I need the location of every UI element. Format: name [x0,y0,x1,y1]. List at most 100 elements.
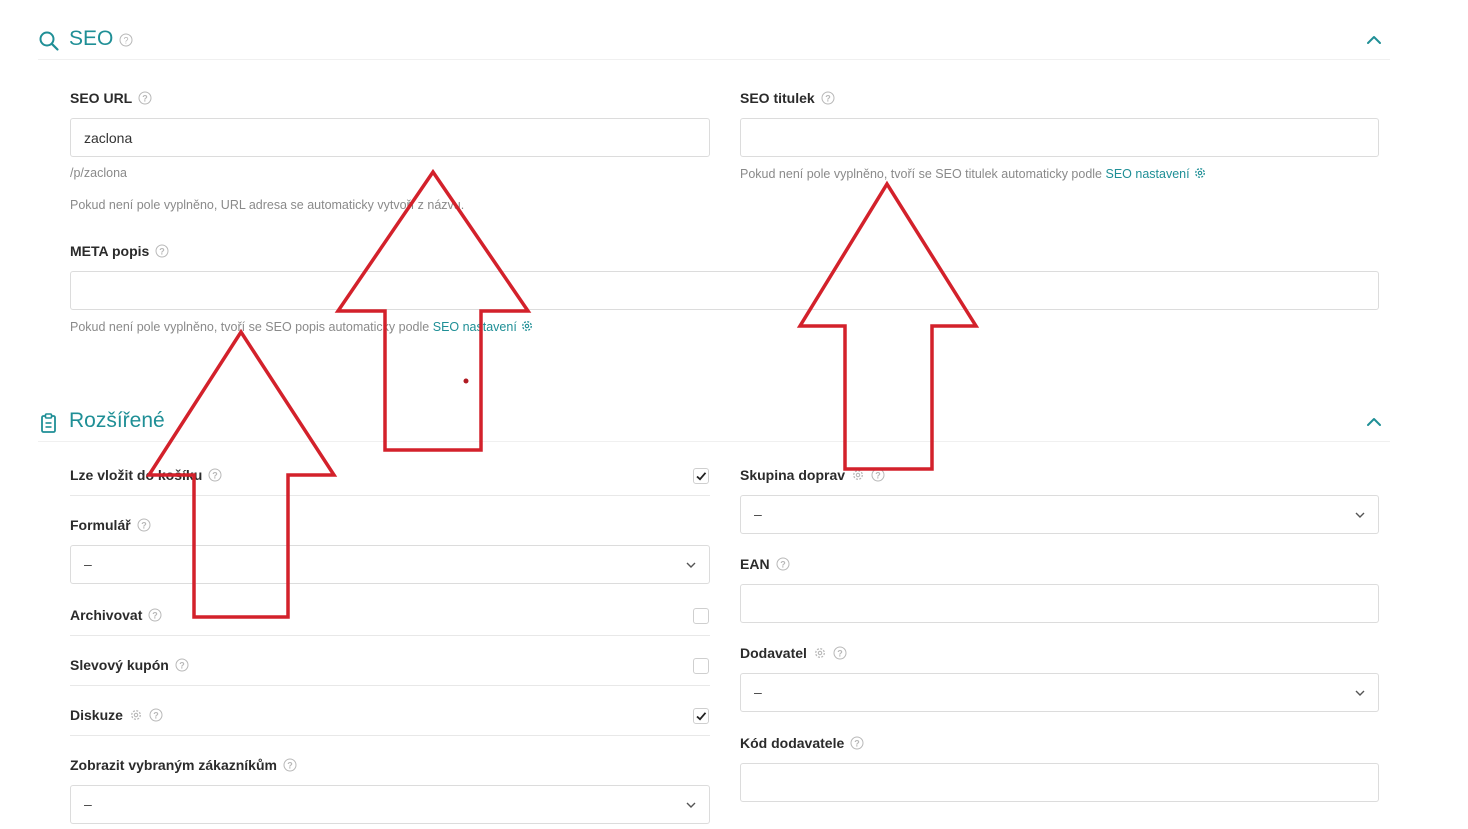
seo-title-hint: Pokud není pole vyplněno, tvoří se SEO t… [740,166,1207,181]
annotation-dot [463,378,469,384]
supplier-code-label: Kód dodavatele? [740,735,864,751]
svg-text:?: ? [855,738,861,748]
checkmark-icon [696,712,707,721]
meta-description-label-text: META popis [70,243,150,259]
chevron-down-icon [1355,512,1365,518]
row-divider [70,685,710,686]
discussion-label: Diskuze? [70,707,163,723]
seo-title-input[interactable] [740,118,1379,157]
seo-section-header: SEO ? [38,20,1390,60]
supplier-select[interactable]: – [740,673,1379,712]
chevron-down-icon [1355,690,1365,696]
seo-url-label: SEO URL? [70,90,152,106]
add-to-cart-label-text: Lze vložit do košíku [70,467,203,483]
archive-checkbox[interactable] [693,608,709,624]
shipping-group-label: Skupina doprav? [740,467,885,483]
question-circle-icon[interactable]: ? [138,91,152,105]
question-circle-icon[interactable]: ? [776,557,790,571]
question-circle-icon[interactable]: ? [137,518,151,532]
row-divider [70,735,710,736]
extended-section-divider [38,441,1390,442]
question-circle-icon[interactable]: ? [283,758,297,772]
seo-url-label-text: SEO URL [70,90,133,106]
chevron-up-icon[interactable] [1366,414,1382,430]
supplier-label: Dodavatel? [740,645,847,661]
svg-text:?: ? [213,470,219,480]
question-circle-icon[interactable]: ? [208,468,222,482]
svg-text:?: ? [837,648,843,658]
question-circle-icon[interactable]: ? [871,468,885,482]
supplier-code-input[interactable] [740,763,1379,802]
meta-description-hint-text: Pokud není pole vyplněno, tvoří se SEO p… [70,320,430,334]
discount-coupon-label-text: Slevový kupón [70,657,169,673]
form-label: Formulář? [70,517,151,533]
chevron-up-icon[interactable] [1366,32,1382,48]
question-circle-icon[interactable]: ? [149,708,163,722]
seo-title-hint-text: Pokud není pole vyplněno, tvoří se SEO t… [740,167,1103,181]
clipboard-icon [41,413,56,433]
gear-icon[interactable] [1193,166,1207,180]
svg-text:?: ? [123,35,128,45]
extended-section-title: Rozšířené [69,409,165,432]
archive-label-text: Archivovat [70,607,143,623]
svg-text:?: ? [142,93,148,103]
selected-customers-label-text: Zobrazit vybraným zákazníkům [70,757,277,773]
add-to-cart-label: Lze vložit do košíku? [70,467,222,483]
seo-url-input[interactable] [70,118,710,157]
selected-customers-label: Zobrazit vybraným zákazníkům? [70,757,297,773]
svg-text:?: ? [179,660,185,670]
ean-input[interactable] [740,584,1379,623]
question-circle-icon[interactable]: ? [850,736,864,750]
supplier-label-text: Dodavatel [740,645,807,661]
question-circle-icon[interactable]: ? [148,608,162,622]
gear-icon[interactable] [520,319,534,333]
form-select-value: – [84,556,92,572]
selected-customers-select[interactable]: – [70,785,710,824]
seo-settings-link[interactable]: SEO nastavení [433,320,517,334]
svg-text:?: ? [780,559,786,569]
meta-description-hint: Pokud není pole vyplněno, tvoří se SEO p… [70,319,534,334]
discount-coupon-label: Slevový kupón? [70,657,189,673]
row-divider [70,495,710,496]
extended-section-header: Rozšířené [38,402,1390,442]
question-circle-icon[interactable]: ? [119,33,133,47]
svg-text:?: ? [153,710,159,720]
seo-url-path: /p/zaclona [70,166,127,180]
seo-settings-link[interactable]: SEO nastavení [1106,167,1190,181]
question-circle-icon[interactable]: ? [175,658,189,672]
seo-section-title: SEO [69,27,114,50]
chevron-down-icon [686,562,696,568]
svg-text:?: ? [287,760,293,770]
meta-description-input[interactable] [70,271,1379,310]
form-select[interactable]: – [70,545,710,584]
meta-description-label: META popis? [70,243,169,259]
gear-icon[interactable] [813,646,827,660]
svg-text:?: ? [153,610,159,620]
discussion-checkbox[interactable] [693,708,709,724]
ean-label: EAN? [740,556,790,572]
seo-url-hint: Pokud není pole vyplněno, URL adresa se … [70,198,465,212]
svg-text:?: ? [141,520,147,530]
supplier-code-label-text: Kód dodavatele [740,735,845,751]
question-circle-icon[interactable]: ? [833,646,847,660]
discussion-label-text: Diskuze [70,707,123,723]
discount-coupon-checkbox[interactable] [693,658,709,674]
shipping-group-value: – [754,506,762,522]
seo-title-label-text: SEO titulek [740,90,815,106]
shipping-group-select[interactable]: – [740,495,1379,534]
seo-title-label: SEO titulek? [740,90,835,106]
ean-label-text: EAN [740,556,770,572]
svg-text:?: ? [160,246,166,256]
row-divider [70,635,710,636]
svg-text:?: ? [825,93,831,103]
question-circle-icon[interactable]: ? [155,244,169,258]
gear-icon[interactable] [851,468,865,482]
archive-label: Archivovat? [70,607,162,623]
checkmark-icon [696,472,707,481]
question-circle-icon[interactable]: ? [821,91,835,105]
search-icon [39,31,59,51]
chevron-down-icon [686,802,696,808]
gear-icon[interactable] [129,708,143,722]
form-label-text: Formulář [70,517,131,533]
add-to-cart-checkbox[interactable] [693,468,709,484]
